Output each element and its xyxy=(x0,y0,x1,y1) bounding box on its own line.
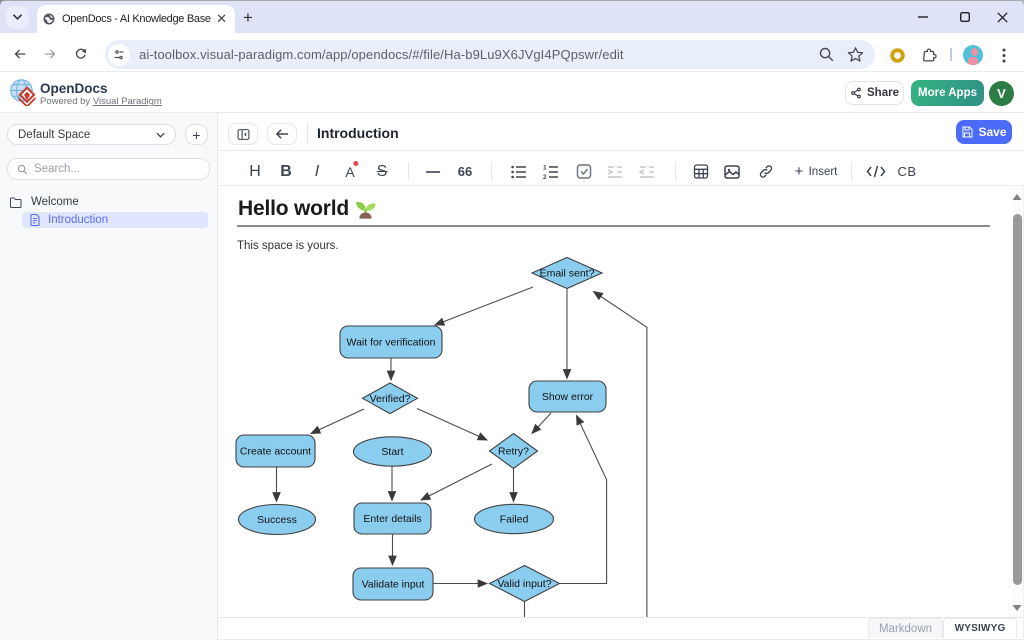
svg-text:Create account: Create account xyxy=(240,446,311,458)
svg-text:Verified?: Verified? xyxy=(370,393,411,405)
svg-text:Email sent?: Email sent? xyxy=(540,268,595,280)
svg-text:Success: Success xyxy=(257,514,297,526)
svg-text:2: 2 xyxy=(543,174,547,179)
svg-text:Retry?: Retry? xyxy=(498,446,529,458)
svg-text:1: 1 xyxy=(543,165,547,171)
svg-text:Validate input: Validate input xyxy=(362,579,425,591)
svg-text:Show error: Show error xyxy=(542,391,594,403)
svg-text:Start: Start xyxy=(381,446,403,458)
svg-text:Wait for verification: Wait for verification xyxy=(347,337,436,349)
svg-text:Enter details: Enter details xyxy=(363,513,421,525)
svg-text:Valid input?: Valid input? xyxy=(497,578,551,590)
svg-text:Failed: Failed xyxy=(500,514,529,526)
